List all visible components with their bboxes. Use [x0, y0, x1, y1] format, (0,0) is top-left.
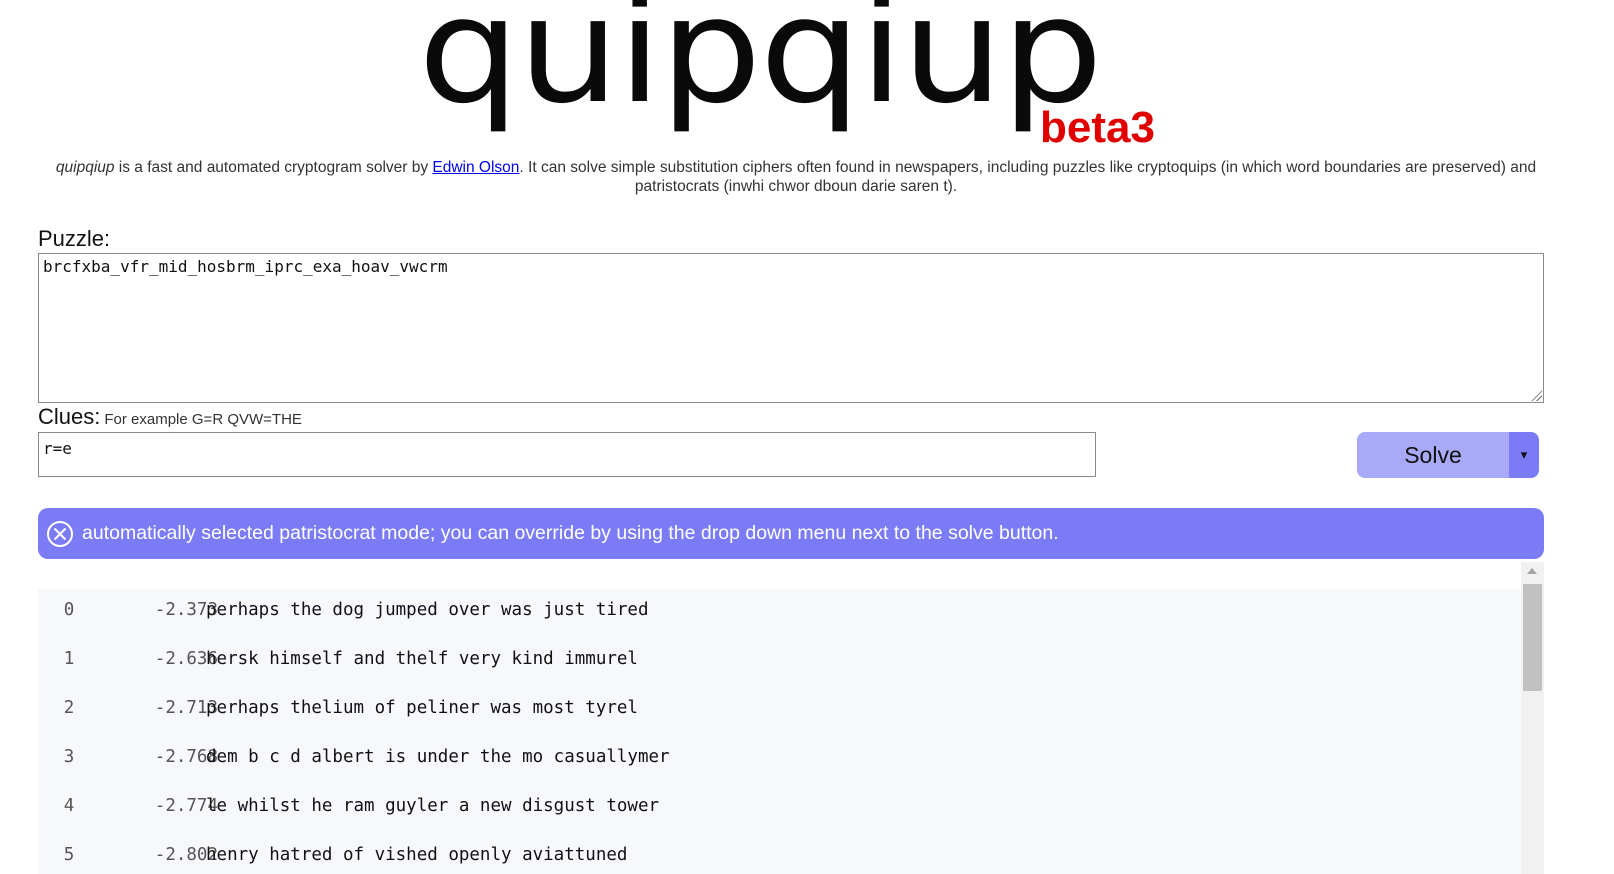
result-score: -2.713	[154, 698, 218, 718]
result-score: -2.636	[154, 649, 218, 669]
result-text: perhaps the dog jumped over was just tir…	[206, 600, 649, 620]
result-index: 1	[63, 649, 75, 669]
solve-mode-dropdown[interactable]: ▾	[1509, 432, 1539, 478]
result-score: -2.768	[154, 747, 218, 767]
result-row[interactable]: 2 -2.713 perhaps thelium of peliner was …	[38, 687, 1521, 736]
clues-label: Clues:	[38, 404, 101, 429]
intro-app-name: quipqiup	[55, 159, 115, 176]
result-row[interactable]: 1 -2.636 hersk himself and thelf very ki…	[38, 638, 1521, 687]
page: quipqiup beta3 quipqiup is a fast and au…	[0, 0, 1614, 874]
author-link[interactable]: Edwin Olson	[432, 159, 519, 176]
solve-button-group: Solve ▾	[1357, 432, 1539, 478]
intro-text-after-link: . It can solve simple substitution ciphe…	[519, 159, 1537, 195]
close-circle-icon[interactable]	[46, 520, 74, 548]
result-score: -2.373	[154, 600, 218, 620]
result-row[interactable]: 3 -2.768 dem b c d albert is under the m…	[38, 736, 1521, 785]
scroll-up-arrow-icon[interactable]	[1527, 568, 1537, 574]
result-score: -2.774	[154, 796, 218, 816]
result-text: perhaps thelium of peliner was most tyre…	[206, 698, 638, 718]
result-row[interactable]: 0 -2.373 perhaps the dog jumped over was…	[38, 589, 1521, 638]
result-score: -2.802	[154, 845, 218, 865]
puzzle-input[interactable]: brcfxba_vfr_mid_hosbrm_iprc_exa_hoav_vwc…	[38, 253, 1544, 403]
result-row[interactable]: 5 -2.802 henry hatred of vished openly a…	[38, 834, 1521, 874]
scrollbar-thumb[interactable]	[1523, 584, 1542, 691]
results-list: 0 -2.373 perhaps the dog jumped over was…	[38, 589, 1521, 874]
solve-button-label: Solve	[1404, 441, 1462, 468]
result-row[interactable]: 4 -2.774 le whilst he ram guyler a new d…	[38, 785, 1521, 834]
mode-alert: automatically selected patristocrat mode…	[38, 508, 1544, 559]
clues-input[interactable]: r=e	[38, 432, 1096, 477]
result-index: 2	[63, 698, 75, 718]
result-index: 5	[63, 845, 75, 865]
result-text: le whilst he ram guyler a new disgust to…	[206, 796, 660, 816]
resize-grip-icon[interactable]	[1530, 389, 1542, 401]
result-text: hersk himself and thelf very kind immure…	[206, 649, 638, 669]
puzzle-input-value: brcfxba_vfr_mid_hosbrm_iprc_exa_hoav_vwc…	[43, 257, 448, 276]
intro-text: quipqiup is a fast and automated cryptog…	[36, 158, 1556, 196]
puzzle-label: Puzzle:	[38, 226, 111, 251]
result-text: dem b c d albert is under the mo casuall…	[206, 747, 670, 767]
clues-input-value: r=e	[43, 439, 72, 458]
result-index: 3	[63, 747, 75, 767]
solve-button[interactable]: Solve	[1357, 432, 1509, 478]
clues-hint: For example G=R QVW=THE	[104, 411, 302, 428]
chevron-down-icon: ▾	[1520, 447, 1528, 462]
results-panel: 0 -2.373 perhaps the dog jumped over was…	[38, 562, 1544, 874]
result-text: henry hatred of vished openly aviattuned	[206, 845, 628, 865]
result-index: 0	[63, 600, 75, 620]
clues-label-row: Clues: For example G=R QVW=THE	[38, 404, 302, 433]
logo-title: quipqiup	[418, 0, 1103, 136]
result-index: 4	[63, 796, 75, 816]
alert-message: automatically selected patristocrat mode…	[82, 522, 1059, 544]
intro-text-before-link: is a fast and automated cryptogram solve…	[114, 159, 433, 176]
logo-version: beta3	[1040, 103, 1155, 152]
results-scrollbar[interactable]	[1521, 562, 1544, 874]
